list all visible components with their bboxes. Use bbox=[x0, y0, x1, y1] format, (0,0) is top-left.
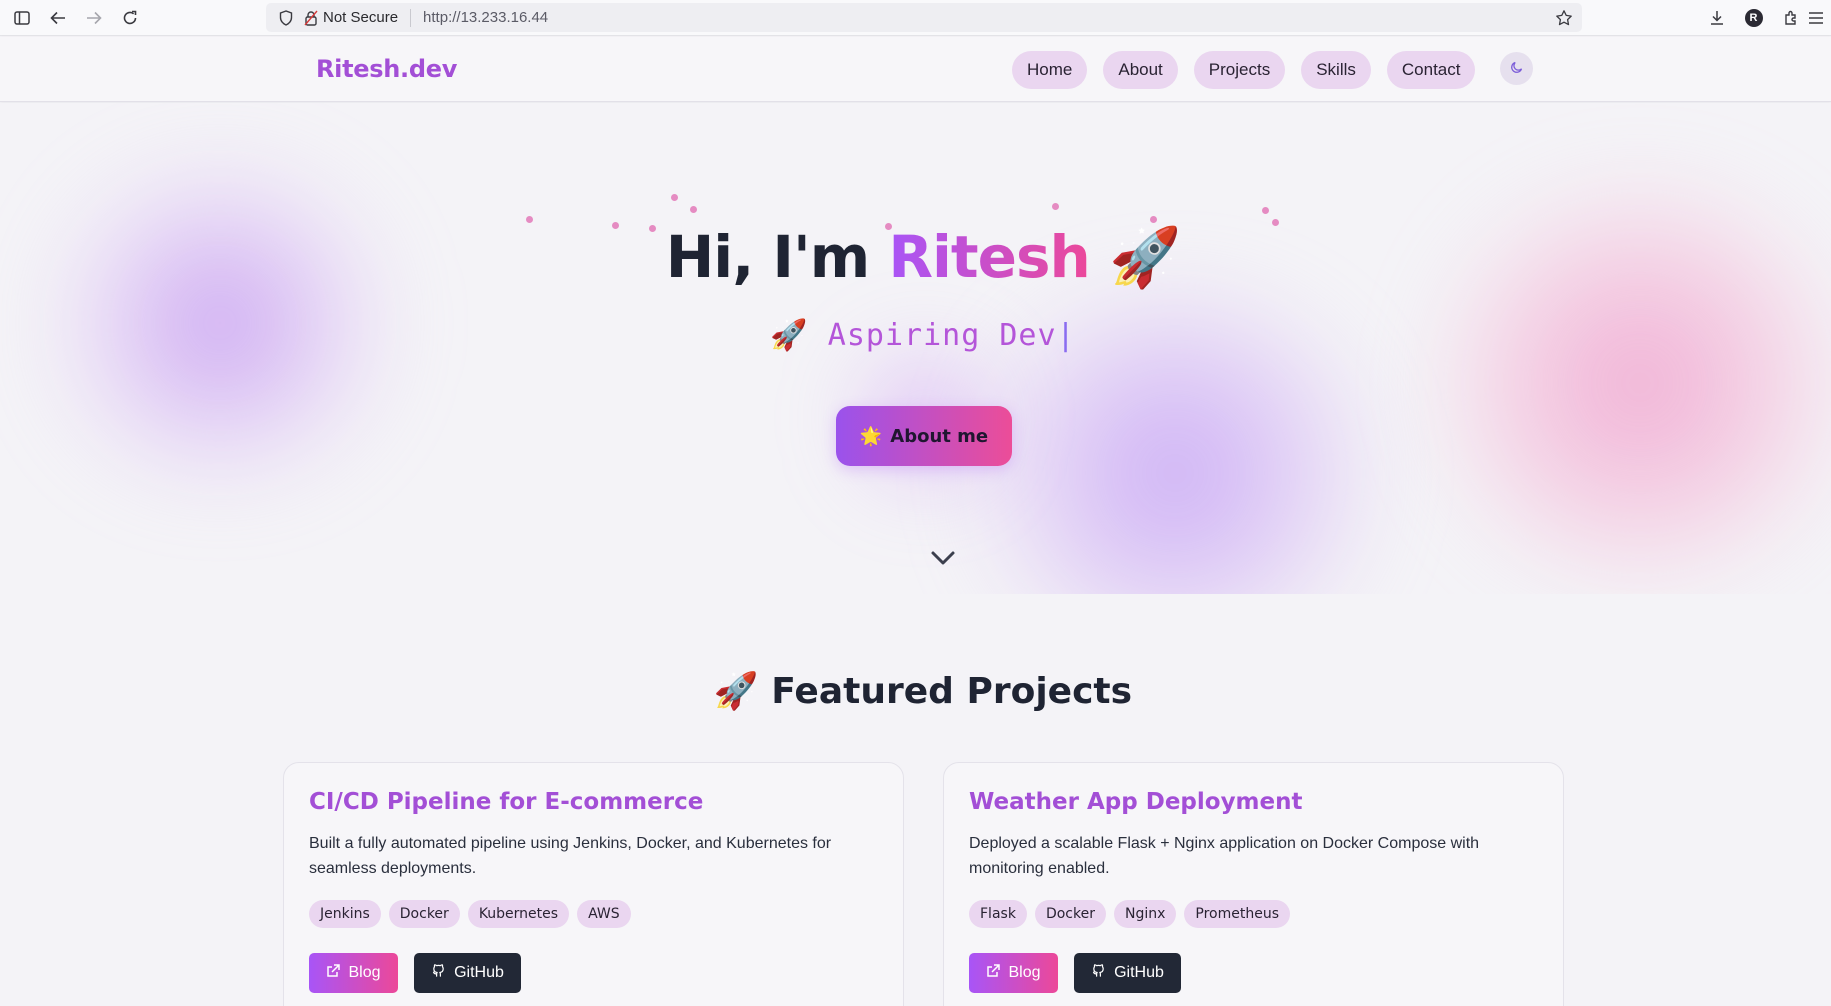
github-label: GitHub bbox=[1114, 964, 1164, 981]
project-card: CI/CD Pipeline for E-commerce Built a fu… bbox=[283, 762, 904, 1006]
tech-tag: Jenkins bbox=[309, 900, 381, 928]
theme-toggle-button[interactable] bbox=[1500, 52, 1533, 85]
hero-section: Hi, I'm Ritesh 🚀 🚀 Aspiring Dev| 🌟 About… bbox=[0, 103, 1831, 594]
reload-icon[interactable] bbox=[112, 0, 148, 36]
star-icon: 🌟 bbox=[859, 425, 883, 447]
extensions-icon[interactable] bbox=[1772, 0, 1809, 36]
hero-typing-subtitle: 🚀 Aspiring Dev| bbox=[0, 318, 1831, 353]
sparkle-dot bbox=[690, 206, 697, 213]
sparkle-dot bbox=[526, 216, 533, 223]
moon-icon bbox=[1510, 59, 1524, 78]
tech-tag: AWS bbox=[577, 900, 631, 928]
tech-tag: Nginx bbox=[1113, 900, 1177, 928]
url-text[interactable]: http://13.233.16.44 bbox=[423, 9, 548, 26]
project-description: Deployed a scalable Flask + Nginx applic… bbox=[969, 835, 1480, 877]
external-link-icon bbox=[326, 963, 341, 983]
profile-initial: R bbox=[1744, 9, 1763, 27]
download-icon[interactable] bbox=[1698, 0, 1735, 36]
blog-button[interactable]: Blog bbox=[969, 953, 1058, 993]
github-button[interactable]: GitHub bbox=[414, 953, 521, 993]
hero-greeting: Hi, I'm bbox=[665, 223, 889, 291]
github-button[interactable]: GitHub bbox=[1074, 953, 1181, 993]
project-actions: Blog GitHub bbox=[309, 953, 521, 993]
tech-tag: Flask bbox=[969, 900, 1027, 928]
chevron-down-icon[interactable] bbox=[928, 548, 958, 568]
project-title: Weather App Deployment bbox=[969, 789, 1303, 815]
forward-icon[interactable] bbox=[76, 0, 112, 36]
sparkle-dot bbox=[1150, 216, 1157, 223]
menu-icon[interactable] bbox=[1809, 0, 1831, 36]
typing-cursor: | bbox=[1056, 318, 1076, 353]
shield-icon[interactable] bbox=[278, 9, 294, 26]
project-actions: Blog GitHub bbox=[969, 953, 1181, 993]
github-icon bbox=[1091, 963, 1106, 983]
about-me-button[interactable]: 🌟 About me bbox=[836, 406, 1012, 466]
rocket-icon: 🚀 bbox=[713, 671, 759, 712]
brand-logo[interactable]: Ritesh.dev bbox=[316, 55, 457, 83]
nav-about[interactable]: About bbox=[1103, 51, 1178, 89]
insecure-lock-icon[interactable] bbox=[304, 10, 318, 26]
projects-section-title: 🚀 Featured Projects bbox=[0, 670, 1831, 712]
sparkle-dot bbox=[671, 194, 678, 201]
account-avatar[interactable]: R bbox=[1735, 0, 1772, 36]
site-navbar: Ritesh.dev Home About Projects Skills Co… bbox=[0, 37, 1831, 102]
sparkle-dot bbox=[1262, 207, 1269, 214]
typing-text: Aspiring Dev bbox=[827, 318, 1057, 353]
about-me-label: About me bbox=[890, 425, 989, 447]
nav-home[interactable]: Home bbox=[1012, 51, 1088, 89]
tech-tags: Flask Docker Nginx Prometheus bbox=[969, 900, 1290, 928]
nav-contact[interactable]: Contact bbox=[1386, 51, 1476, 89]
hero-name: Ritesh bbox=[888, 223, 1090, 291]
rocket-emoji-icon: 🚀 bbox=[1109, 223, 1181, 291]
nav-skills[interactable]: Skills bbox=[1301, 51, 1371, 89]
github-label: GitHub bbox=[454, 964, 504, 981]
tech-tag: Docker bbox=[1034, 900, 1106, 928]
blog-label: Blog bbox=[348, 964, 381, 981]
bookmark-star-icon[interactable] bbox=[1554, 8, 1574, 28]
browser-toolbar: Not Secure http://13.233.16.44 R bbox=[0, 0, 1831, 36]
tech-tag: Prometheus bbox=[1184, 900, 1290, 928]
address-bar[interactable]: Not Secure http://13.233.16.44 bbox=[266, 3, 1582, 32]
github-icon bbox=[431, 963, 446, 983]
tech-tag: Kubernetes bbox=[467, 900, 570, 928]
address-divider bbox=[410, 8, 412, 27]
blog-button[interactable]: Blog bbox=[309, 953, 398, 993]
project-title: CI/CD Pipeline for E-commerce bbox=[309, 789, 704, 815]
sparkle-dot bbox=[1052, 203, 1059, 210]
sidebar-icon[interactable] bbox=[4, 0, 40, 36]
external-link-icon bbox=[986, 963, 1001, 983]
section-title-text: Featured Projects bbox=[771, 671, 1133, 712]
blog-label: Blog bbox=[1008, 964, 1041, 981]
back-icon[interactable] bbox=[40, 0, 76, 36]
project-card: Weather App Deployment Deployed a scalab… bbox=[943, 762, 1564, 1006]
rocket-icon: 🚀 bbox=[770, 318, 809, 353]
hero-heading: Hi, I'm Ritesh 🚀 bbox=[0, 223, 1831, 292]
tech-tag: Docker bbox=[388, 900, 460, 928]
not-secure-label: Not Secure bbox=[323, 9, 399, 26]
tech-tags: Jenkins Docker Kubernetes AWS bbox=[309, 900, 631, 928]
nav-projects[interactable]: Projects bbox=[1193, 51, 1286, 89]
nav-links: Home About Projects Skills Contact bbox=[1012, 51, 1476, 89]
project-description: Built a fully automated pipeline using J… bbox=[309, 835, 832, 877]
